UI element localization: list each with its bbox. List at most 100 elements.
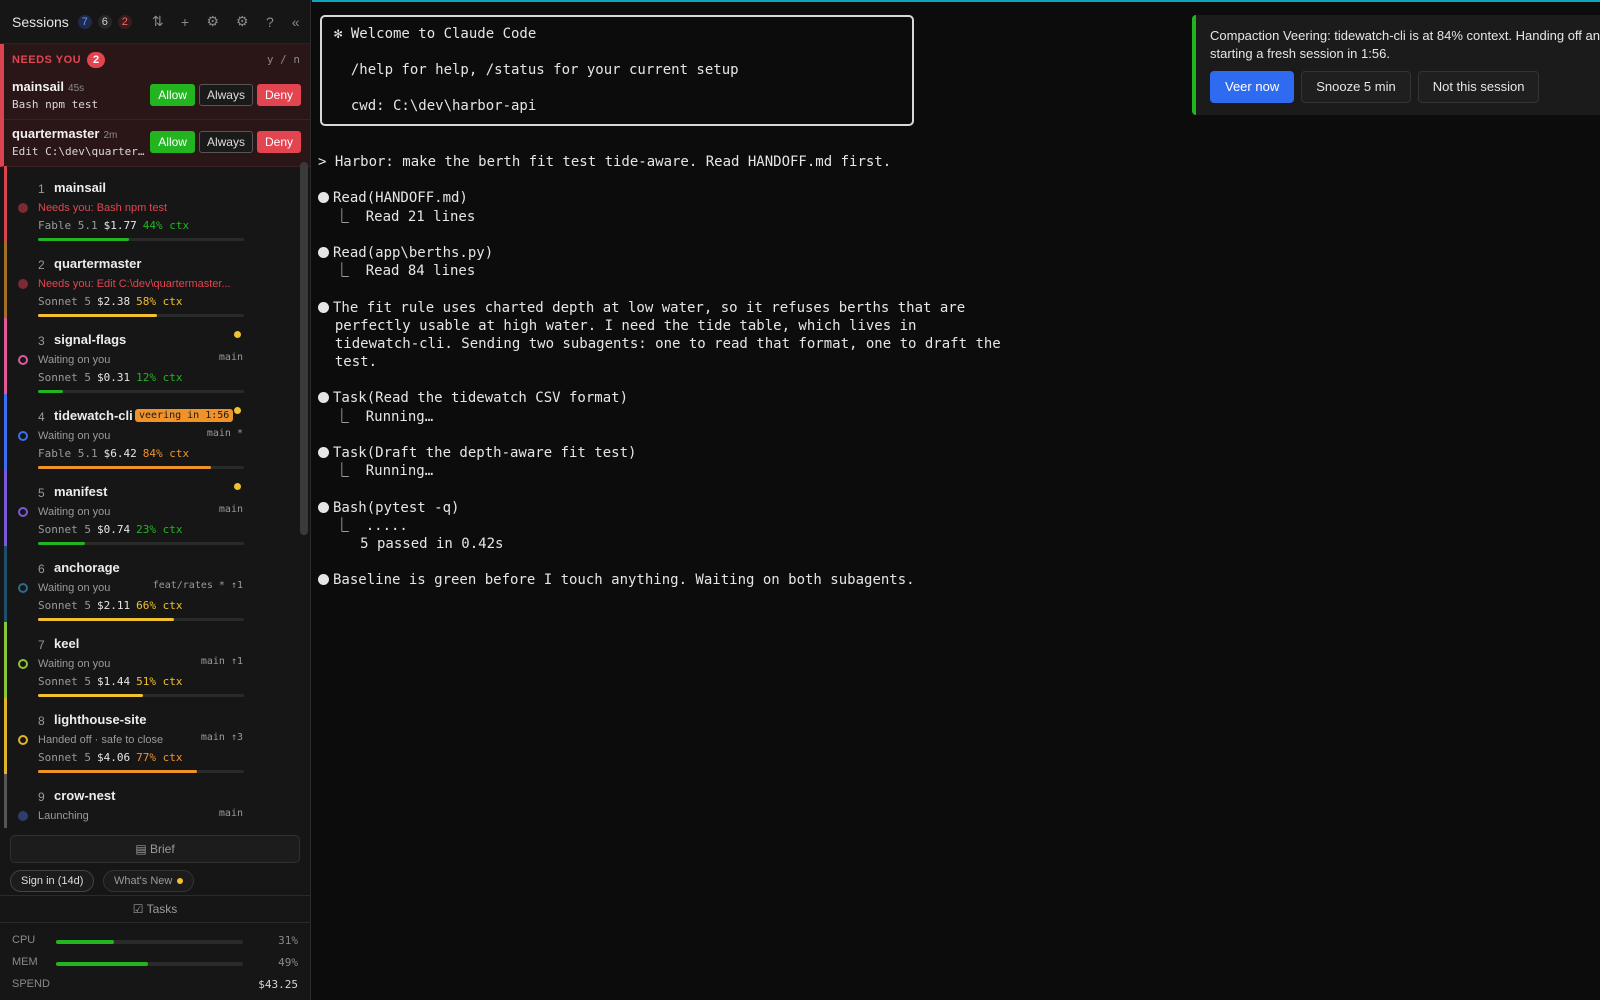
session-status-dot xyxy=(18,203,28,213)
tasks-button[interactable]: ☑ Tasks xyxy=(0,895,310,923)
welcome-line: ✻ Welcome to Claude Code xyxy=(334,26,537,42)
veer-now-button[interactable]: Veer now xyxy=(1210,71,1295,103)
whats-new-label: What's New xyxy=(114,875,173,887)
session-status-dot xyxy=(18,811,28,821)
request-command: Edit C:\dev\quarterm… xyxy=(12,145,147,158)
session-item[interactable]: 5 manifest Waiting on you main Sonnet 5 $0.74… xyxy=(4,470,311,546)
terminal-line: Baseline is green before I touch anythin… xyxy=(318,571,1001,589)
session-branch: main ↑3 xyxy=(200,732,243,743)
terminal-line-text: ⎿ Running… xyxy=(318,463,434,480)
session-branch: main xyxy=(218,504,243,515)
collapse-icon[interactable]: « xyxy=(291,14,300,30)
unread-dot xyxy=(234,407,241,414)
session-number: 9 xyxy=(38,790,45,804)
session-model: Sonnet 5 xyxy=(38,751,91,764)
stat-value: 49% xyxy=(278,956,298,969)
not-this-session-button[interactable]: Not this session xyxy=(1417,71,1540,103)
whats-new-button[interactable]: What's New xyxy=(103,870,195,892)
session-number: 5 xyxy=(38,486,45,500)
terminal-line: 5 passed in 0.42s xyxy=(318,535,1001,553)
session-number: 6 xyxy=(38,562,45,576)
session-model: Sonnet 5 xyxy=(38,371,91,384)
bullet-icon xyxy=(318,447,329,458)
gear-icon[interactable]: ⚙ xyxy=(236,13,249,30)
session-status-dot xyxy=(18,507,28,517)
session-item[interactable]: 7 keel Waiting on you main ↑1 Sonnet 5 $1.44 5… xyxy=(4,622,311,698)
settings-icon[interactable]: ⚙ xyxy=(206,13,219,30)
bullet-icon xyxy=(318,501,329,513)
unread-dot xyxy=(234,483,241,490)
mem-stat: MEM 49% xyxy=(12,956,298,972)
session-item[interactable]: 6 anchorage Waiting on you feat/rates * ↑1 S… xyxy=(4,546,311,622)
session-item[interactable]: 8 lighthouse-site Handed off · safe to clo… xyxy=(4,698,311,774)
allow-button[interactable]: Allow xyxy=(150,83,195,106)
session-item[interactable]: 1 mainsail Needs you: Bash npm test Fable 5… xyxy=(4,166,311,242)
count-badge-needs: 2 xyxy=(117,14,132,29)
welcome-box: ✻ Welcome to Claude Code /help for help,… xyxy=(320,15,914,126)
session-status-dot xyxy=(18,279,28,289)
help-icon[interactable]: ? xyxy=(265,14,274,30)
session-model: Fable 5.1 xyxy=(38,447,98,460)
compaction-toast: Compaction Veering: tidewatch-cli is at … xyxy=(1192,15,1600,115)
session-item[interactable]: 3 signal-flags Waiting on you main Sonnet 5 $… xyxy=(4,318,311,394)
session-number: 4 xyxy=(38,410,45,424)
session-context: 12% ctx xyxy=(136,371,183,384)
session-item[interactable]: 4 tidewatch-cli veering in 1:56 Waiting on … xyxy=(4,394,311,470)
terminal-line: perfectly usable at high water. I need t… xyxy=(318,317,1001,335)
brief-button[interactable]: ▤ Brief xyxy=(10,835,300,863)
terminal-line: test. xyxy=(318,353,1001,371)
plus-icon[interactable]: + xyxy=(181,14,190,30)
session-branch: main ↑1 xyxy=(200,656,243,667)
always-button[interactable]: Always xyxy=(198,131,253,153)
always-button[interactable]: Always xyxy=(198,83,253,106)
session-status: Waiting on you xyxy=(38,354,111,366)
session-model: Sonnet 5 xyxy=(38,295,91,308)
request-session-name[interactable]: quartermaster xyxy=(12,126,99,141)
session-model: Sonnet 5 xyxy=(38,675,91,688)
context-bar xyxy=(38,466,244,469)
sort-icon[interactable]: ⇅ xyxy=(152,13,164,30)
terminal-line: Task(Read the tidewatch CSV format) xyxy=(318,389,1001,407)
session-status-dot xyxy=(18,431,28,441)
deny-button[interactable]: Deny xyxy=(256,131,301,153)
terminal-line-text: Baseline is green before I touch anythin… xyxy=(333,572,915,589)
request-session-name[interactable]: mainsail xyxy=(12,79,64,94)
session-name: manifest xyxy=(54,484,108,499)
session-item[interactable]: 2 quartermaster Needs you: Edit C:\dev\qua… xyxy=(4,242,311,318)
terminal-line-text: ⎿ ..... xyxy=(318,517,408,534)
context-bar-fill xyxy=(38,390,63,393)
allow-button[interactable]: Allow xyxy=(150,131,195,153)
permission-request: mainsail 45s Bash npm test Allow Always D… xyxy=(4,72,310,119)
context-bar-fill xyxy=(38,238,129,241)
session-name: mainsail xyxy=(54,180,107,195)
terminal-line-text: ⎿ Running… xyxy=(318,408,434,425)
needs-you-header: NEEDS YOU 2 y / n xyxy=(4,44,310,72)
bullet-icon xyxy=(318,574,329,586)
sign-in-button[interactable]: Sign in (14d) xyxy=(10,870,95,892)
session-status: Needs you: Edit C:\dev\quartermaster... xyxy=(38,278,231,290)
context-bar-fill xyxy=(38,466,212,469)
welcome-line: cwd: C:\dev\harbor-api xyxy=(334,98,537,114)
bullet-icon xyxy=(318,392,329,404)
terminal-line: Read(app\berths.py) xyxy=(318,244,1001,262)
terminal-pane[interactable]: ✻ Welcome to Claude Code /help for help,… xyxy=(312,0,1600,1000)
session-branch: main xyxy=(218,808,243,819)
deny-button[interactable]: Deny xyxy=(256,83,301,106)
needs-you-count: 2 xyxy=(87,51,106,68)
stat-value: 31% xyxy=(278,934,298,947)
session-context: 44% ctx xyxy=(142,219,190,232)
request-age: 2m xyxy=(103,130,118,141)
session-number: 8 xyxy=(38,714,45,728)
session-item[interactable]: 9 crow-nest Launching main xyxy=(4,774,311,828)
terminal-output: > Harbor: make the berth fit test tide-a… xyxy=(318,153,1001,590)
terminal-line-text: Bash(pytest -q) xyxy=(333,499,460,516)
session-status: Handed off · safe to close xyxy=(38,734,164,746)
snooze-button[interactable]: Snooze 5 min xyxy=(1301,71,1411,103)
terminal-line-text: > Harbor: make the berth fit test tide-a… xyxy=(318,154,892,170)
terminal-line-text: Task(Draft the depth-aware fit test) xyxy=(333,445,637,461)
sidebar-scrollbar[interactable] xyxy=(300,162,308,535)
